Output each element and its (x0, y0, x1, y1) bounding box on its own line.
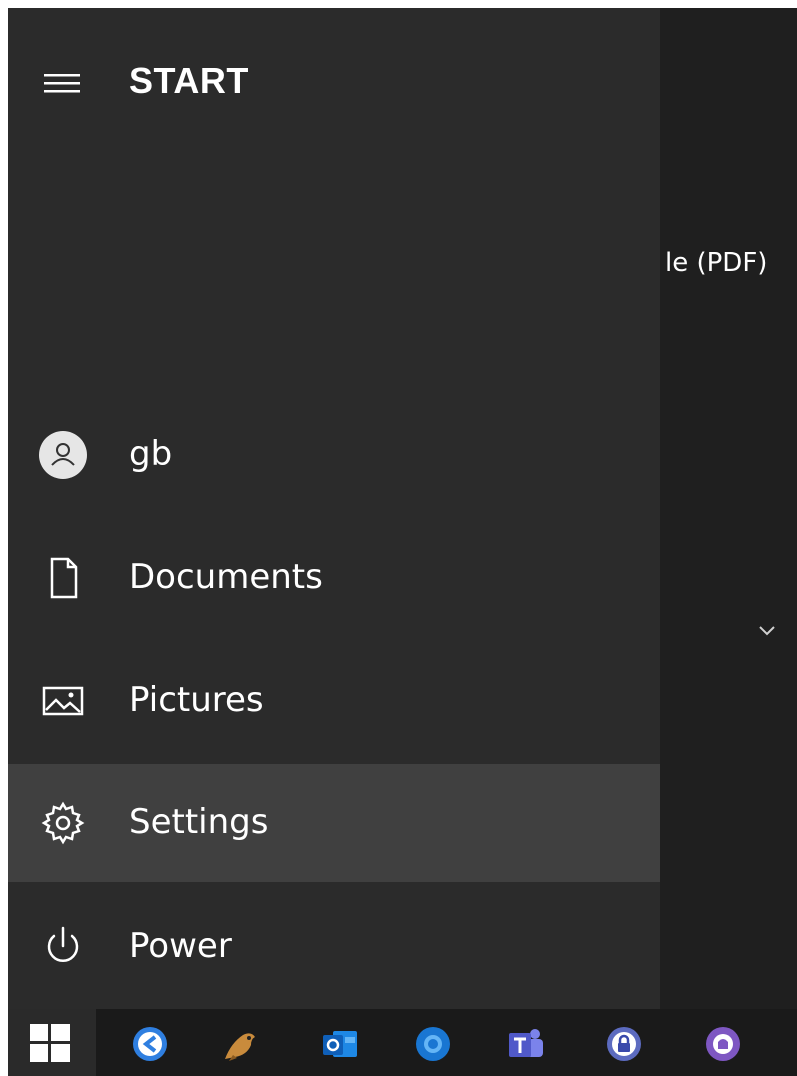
nav-item-documents[interactable]: Documents (8, 519, 660, 637)
desktop-screen: le (PDF) START gb Documents Pictures Set… (0, 0, 797, 1076)
lock-app-icon[interactable] (605, 1025, 643, 1063)
nav-item-label: gb (129, 434, 173, 474)
outlook-icon[interactable] (321, 1025, 359, 1063)
nav-item-user[interactable]: gb (8, 396, 660, 514)
power-icon (47, 926, 79, 962)
gear-icon (41, 801, 85, 845)
app-blue-c-icon[interactable] (131, 1025, 169, 1063)
nav-item-label: Pictures (129, 680, 264, 720)
hamburger-menu-icon[interactable] (40, 66, 84, 100)
nav-item-pictures[interactable]: Pictures (8, 642, 660, 760)
chevron-down-icon[interactable] (756, 620, 778, 642)
app-bird-icon[interactable] (221, 1025, 259, 1063)
nav-item-power[interactable]: Power (8, 888, 660, 1006)
document-icon (50, 557, 78, 599)
start-title: START (129, 60, 249, 101)
nav-item-label: Documents (129, 557, 323, 597)
nav-item-label: Power (129, 926, 232, 966)
nav-item-settings[interactable]: Settings (8, 764, 660, 882)
start-button[interactable] (8, 1009, 96, 1076)
browser-blue-icon[interactable] (414, 1025, 452, 1063)
pictures-icon (42, 686, 84, 716)
taskbar (8, 1009, 797, 1076)
app-list-item-partial[interactable]: le (PDF) (665, 248, 797, 278)
user-avatar-icon (39, 431, 87, 479)
teams-icon[interactable] (507, 1025, 545, 1063)
start-nav-rail: START gb Documents Pictures Settings Pow… (8, 8, 660, 1009)
nav-item-label: Settings (129, 802, 269, 842)
start-header: START (8, 48, 660, 118)
github-icon[interactable] (704, 1025, 742, 1063)
windows-start-icon (30, 1024, 70, 1062)
